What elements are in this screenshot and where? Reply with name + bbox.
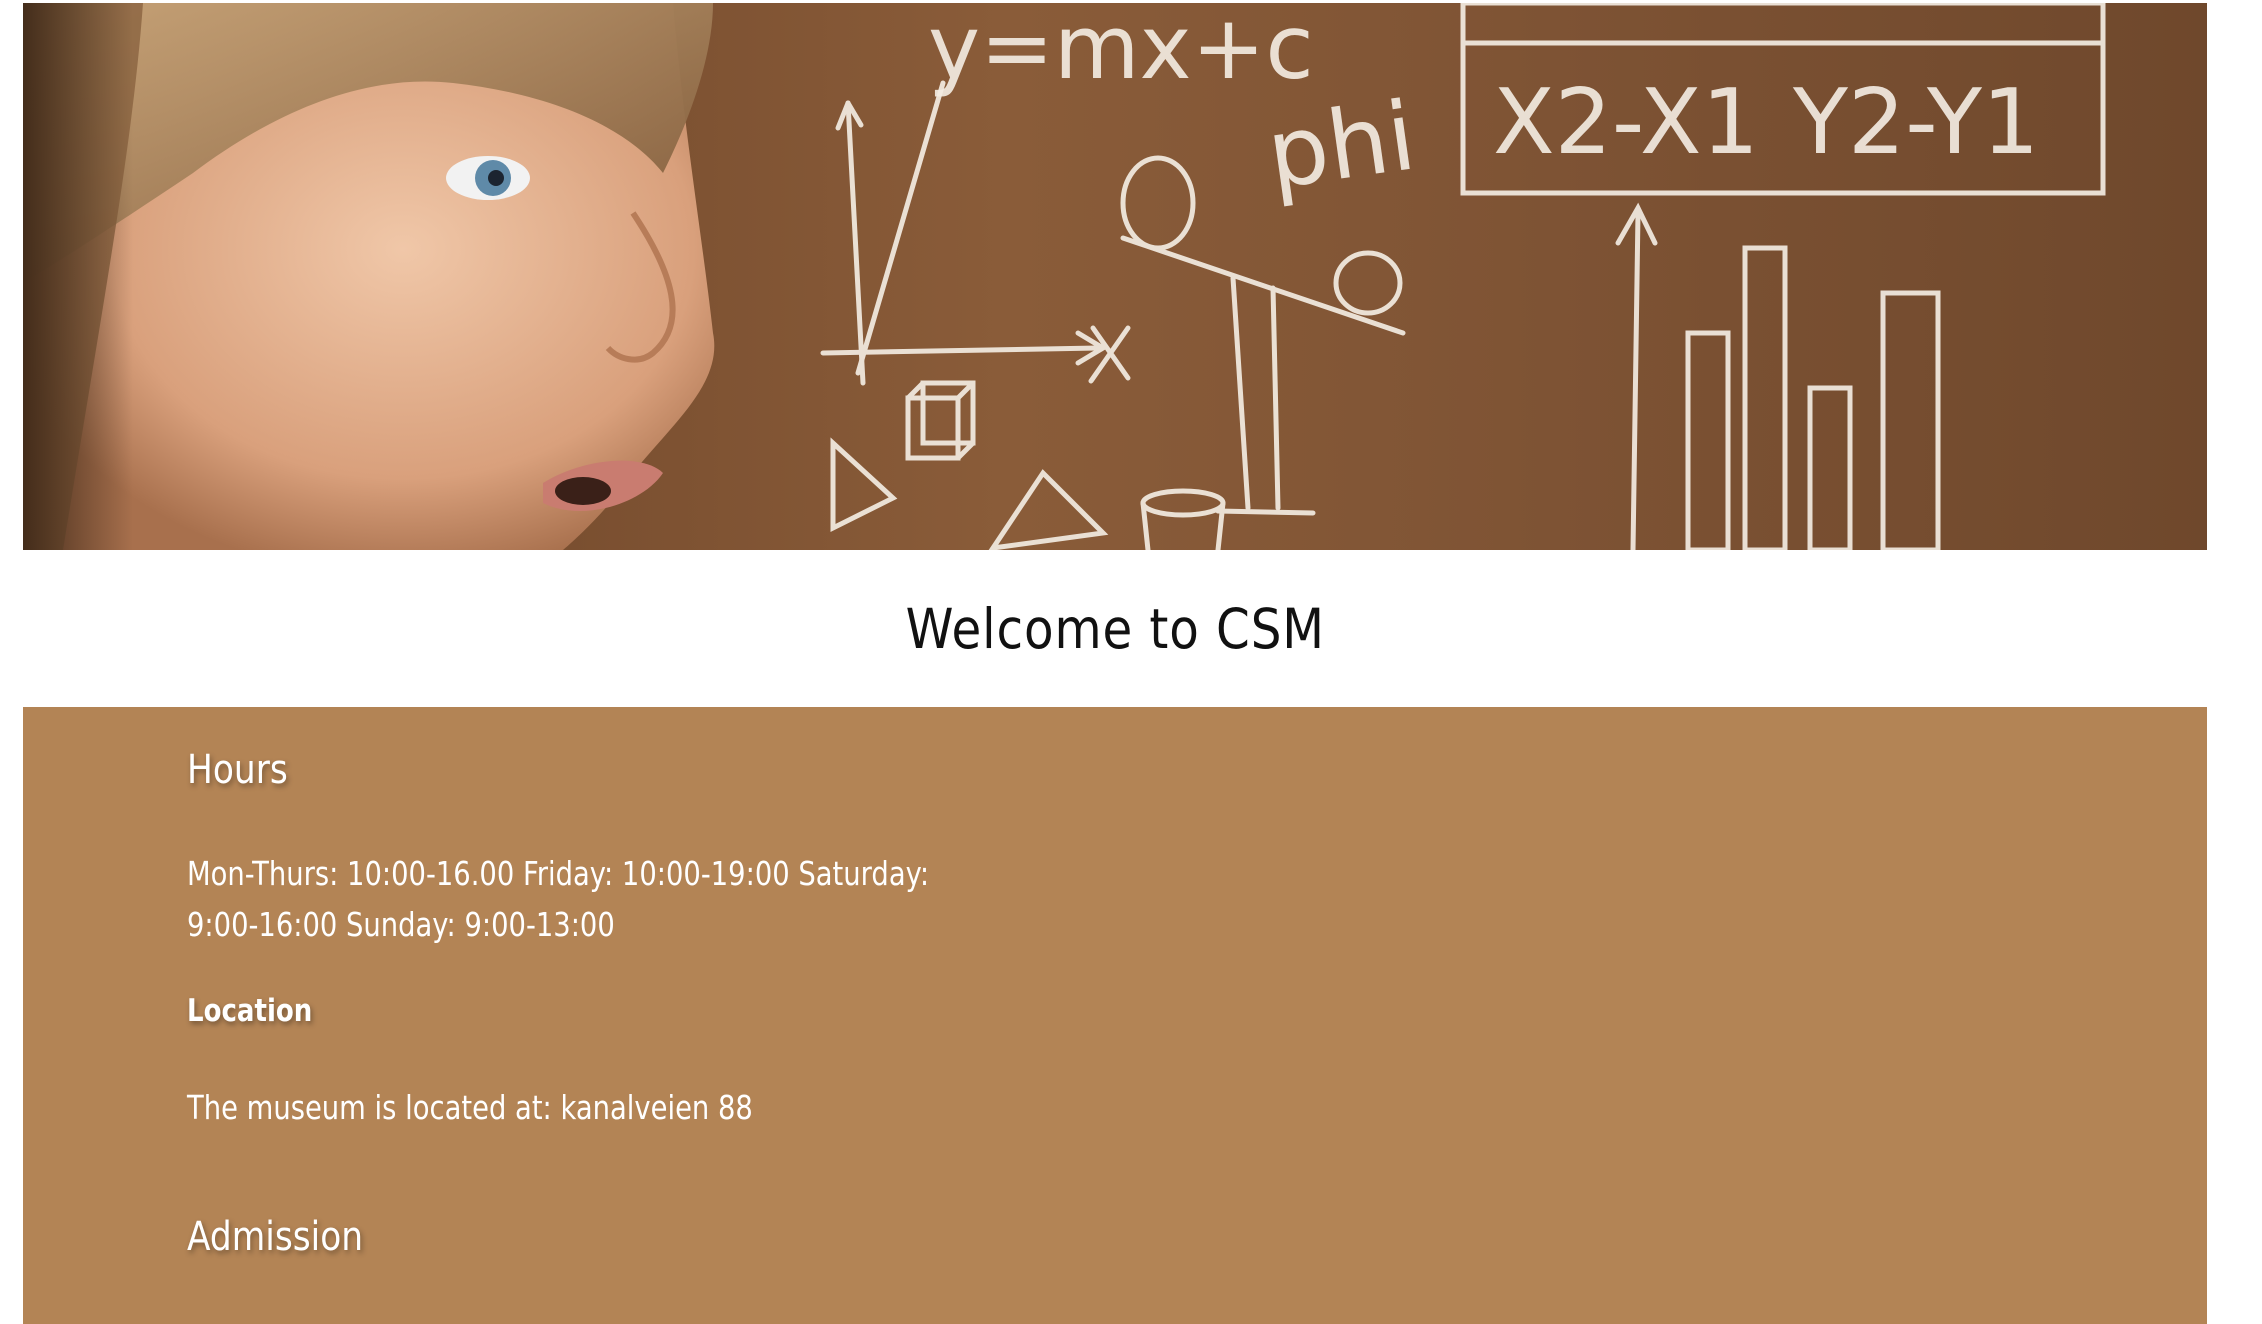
chalk-phi: phi — [1261, 81, 1422, 210]
hours-text: Mon-Thurs: 10:00-16.00 Friday: 10:00-19:… — [187, 854, 930, 944]
location-text: The museum is located at: kanalveien 88 — [187, 1088, 753, 1127]
hours-heading: Hours — [187, 747, 288, 793]
page: y=mx+c phi X2-X1 Y2-Y1 Welcome to CSM Ho… — [0, 0, 2262, 1324]
hero-banner: y=mx+c phi X2-X1 Y2-Y1 — [23, 3, 2207, 550]
page-title: Welcome to CSM — [905, 596, 1325, 661]
welcome-section: Welcome to CSM — [23, 550, 2207, 707]
hero-image: y=mx+c phi X2-X1 Y2-Y1 — [23, 3, 2106, 550]
chalk-y-diff: Y2-Y1 — [1792, 70, 2039, 175]
location-heading: Location — [187, 993, 313, 1029]
admission-heading: Admission — [187, 1214, 364, 1260]
chalk-x-diff: X2-X1 — [1493, 70, 1759, 175]
info-section: Hours Mon-Thurs: 10:00-16.00 Friday: 10:… — [23, 707, 2207, 1324]
chalk-equation: y=mx+c — [928, 3, 1314, 99]
